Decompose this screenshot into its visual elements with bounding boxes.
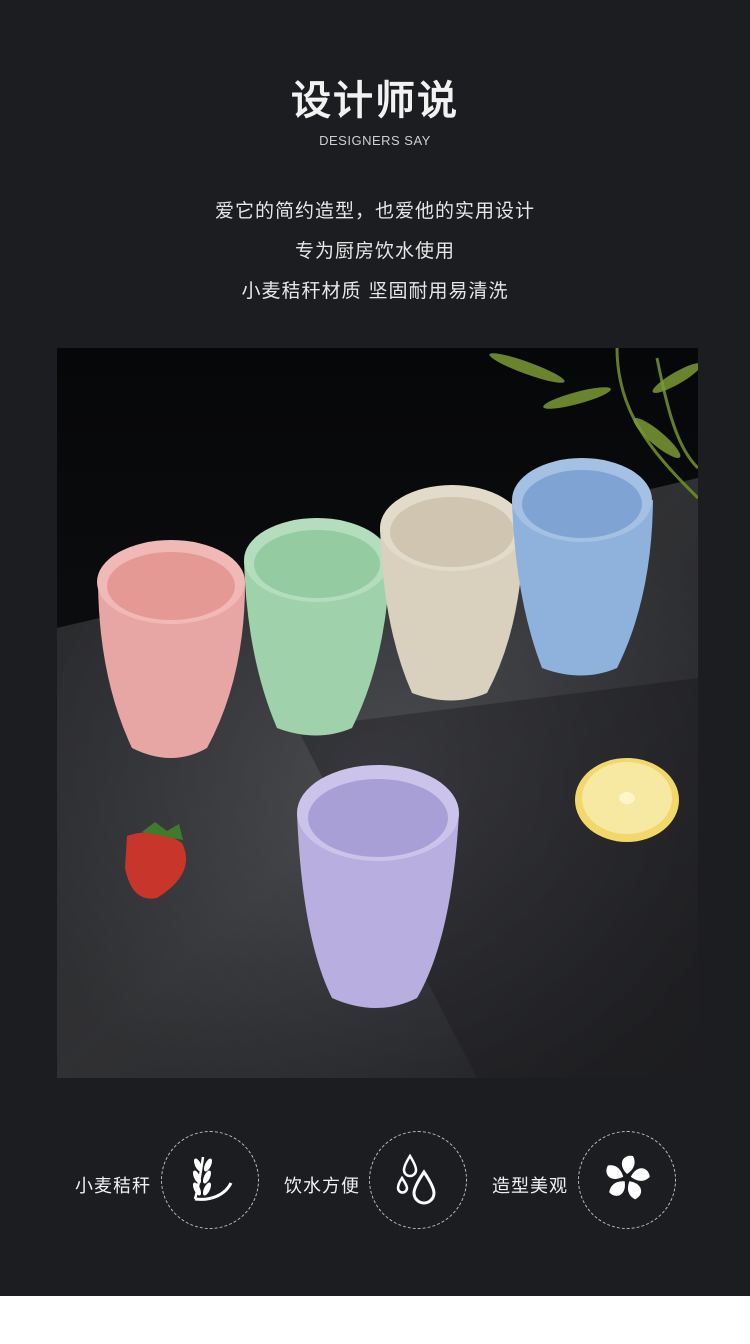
dark-panel: 设计师说 DESIGNERS SAY 爱它的简约造型，也爱他的实用设计 专为厨房…	[0, 0, 750, 1296]
feature-badge-water	[369, 1131, 467, 1229]
pinwheel-icon	[599, 1150, 655, 1210]
feature-label-water: 饮水方便	[284, 1176, 360, 1197]
water-drops-icon	[390, 1150, 446, 1210]
page-title: 设计师说	[291, 78, 459, 124]
feature-badge-design	[578, 1131, 676, 1229]
page-subtitle: DESIGNERS SAY	[319, 133, 431, 148]
description-line-3: 小麦秸秆材质 坚固耐用易清洗	[241, 280, 509, 302]
feature-badge-wheat	[161, 1131, 259, 1229]
lemon-slice	[575, 758, 679, 842]
description-line-2: 专为厨房饮水使用	[294, 240, 455, 262]
wheat-icon	[181, 1149, 239, 1211]
description-line-1: 爱它的简约造型，也爱他的实用设计	[214, 200, 535, 222]
feature-label-design: 造型美观	[492, 1176, 568, 1197]
product-photo	[57, 348, 698, 1078]
feature-label-wheat: 小麦秸秆	[75, 1176, 151, 1197]
